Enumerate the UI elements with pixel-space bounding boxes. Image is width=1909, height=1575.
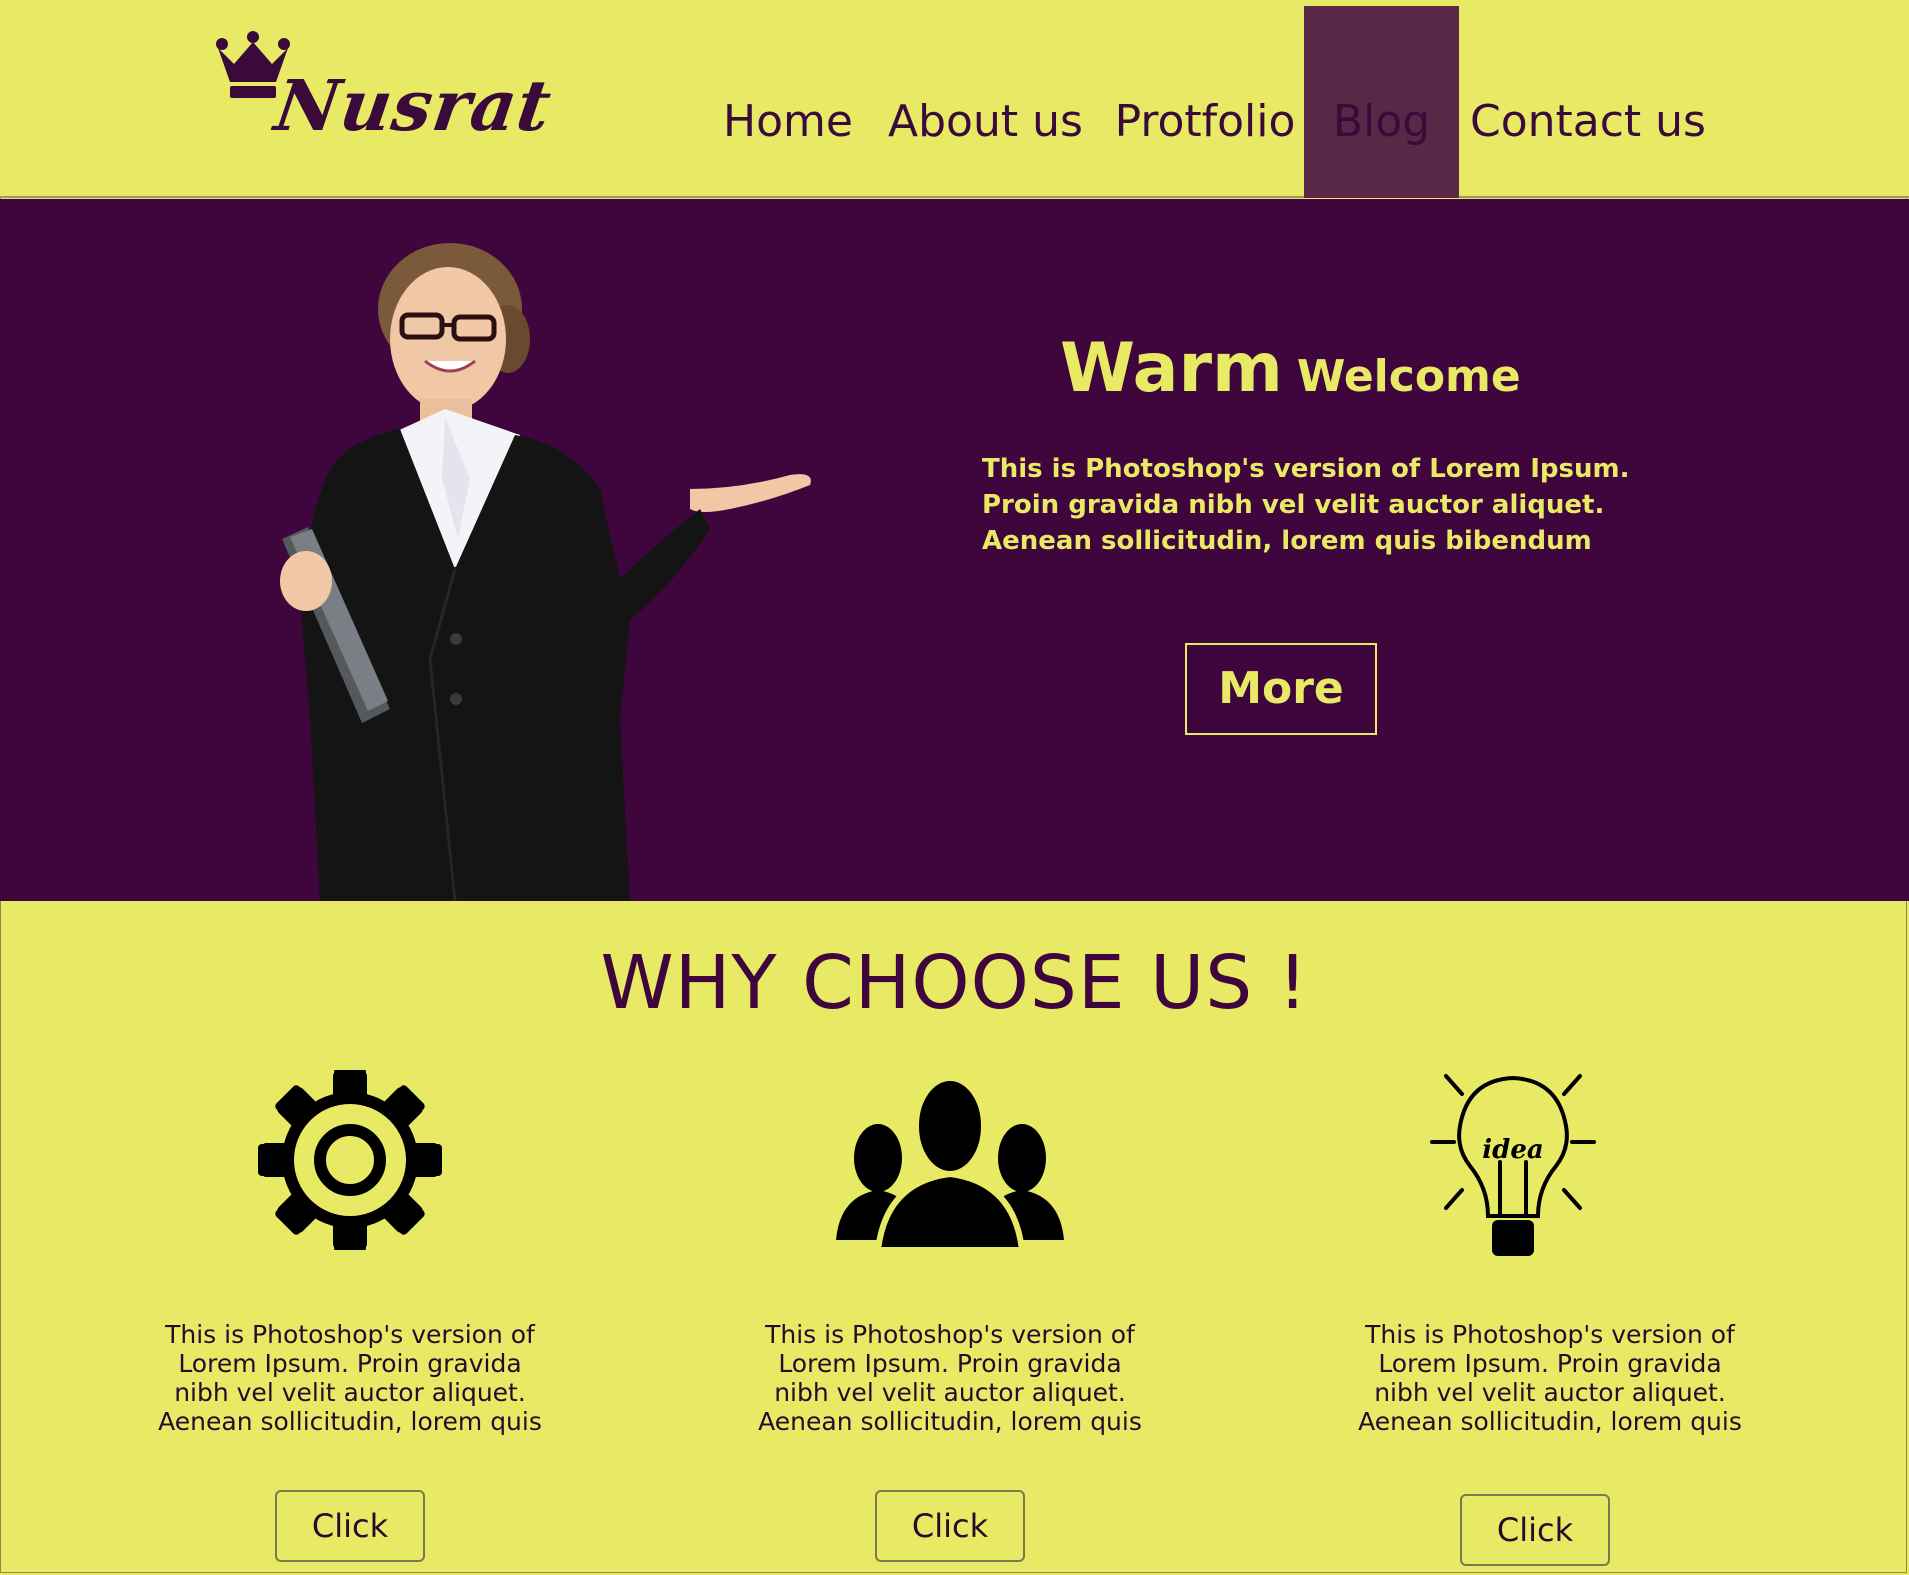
feature-line: Lorem Ipsum. Proin gravida	[1378, 1349, 1722, 1378]
idea-icon-label: idea	[1482, 1135, 1543, 1165]
hero-banner: Warm Welcome This is Photoshop's version …	[0, 199, 1909, 901]
feature-line: This is Photoshop's version of	[765, 1320, 1135, 1349]
feature-line: This is Photoshop's version of	[165, 1320, 535, 1349]
click-button[interactable]: Click	[275, 1490, 425, 1562]
feature-line: Aenean sollicitudin, lorem quis	[1358, 1407, 1742, 1436]
site-header: Nusrat Home About us Protfolio Blog Cont…	[0, 0, 1909, 198]
click-button[interactable]: Click	[1460, 1494, 1610, 1566]
feature-line: Aenean sollicitudin, lorem quis	[758, 1407, 1142, 1436]
feature-line: This is Photoshop's version of	[1365, 1320, 1735, 1349]
nav-item-home[interactable]: Home	[718, 6, 858, 198]
main-nav: Home About us Protfolio Blog Contact us	[0, 0, 1909, 198]
feature-description: This is Photoshop's version of Lorem Ips…	[1340, 1320, 1760, 1436]
more-button[interactable]: More	[1185, 643, 1377, 735]
feature-description: This is Photoshop's version of Lorem Ips…	[740, 1320, 1160, 1436]
nav-item-blog[interactable]: Blog	[1304, 6, 1459, 198]
hero-title: Warm Welcome	[1060, 329, 1521, 408]
feature-line: nibh vel velit auctor aliquet.	[1374, 1378, 1726, 1407]
hero-line: Proin gravida nibh vel velit auctor aliq…	[982, 490, 1605, 520]
hero-title-small: Welcome	[1296, 351, 1521, 402]
hero-line: This is Photoshop's version of Lorem Ips…	[982, 454, 1630, 484]
feature-line: nibh vel velit auctor aliquet.	[174, 1378, 526, 1407]
feature-description: This is Photoshop's version of Lorem Ips…	[140, 1320, 560, 1436]
team-icon	[836, 1075, 1064, 1253]
hero-line: Aenean sollicitudin, lorem quis bibendum	[982, 526, 1592, 556]
hero-title-big: Warm	[1060, 329, 1283, 408]
hero-description: This is Photoshop's version of Lorem Ips…	[982, 451, 1630, 559]
feature-line: Aenean sollicitudin, lorem quis	[158, 1407, 542, 1436]
click-button[interactable]: Click	[875, 1490, 1025, 1562]
nav-item-about-us[interactable]: About us	[888, 6, 1083, 198]
section-title: WHY CHOOSE US !	[600, 940, 1309, 1026]
feature-line: nibh vel velit auctor aliquet.	[774, 1378, 1126, 1407]
idea-bulb-icon: idea	[1430, 1074, 1596, 1256]
nav-item-contact-us[interactable]: Contact us	[1470, 6, 1706, 198]
businesswoman-image	[280, 243, 811, 901]
gear-icon	[258, 1070, 442, 1250]
nav-item-portfolio[interactable]: Protfolio	[1110, 6, 1300, 198]
feature-line: Lorem Ipsum. Proin gravida	[178, 1349, 522, 1378]
feature-line: Lorem Ipsum. Proin gravida	[778, 1349, 1122, 1378]
